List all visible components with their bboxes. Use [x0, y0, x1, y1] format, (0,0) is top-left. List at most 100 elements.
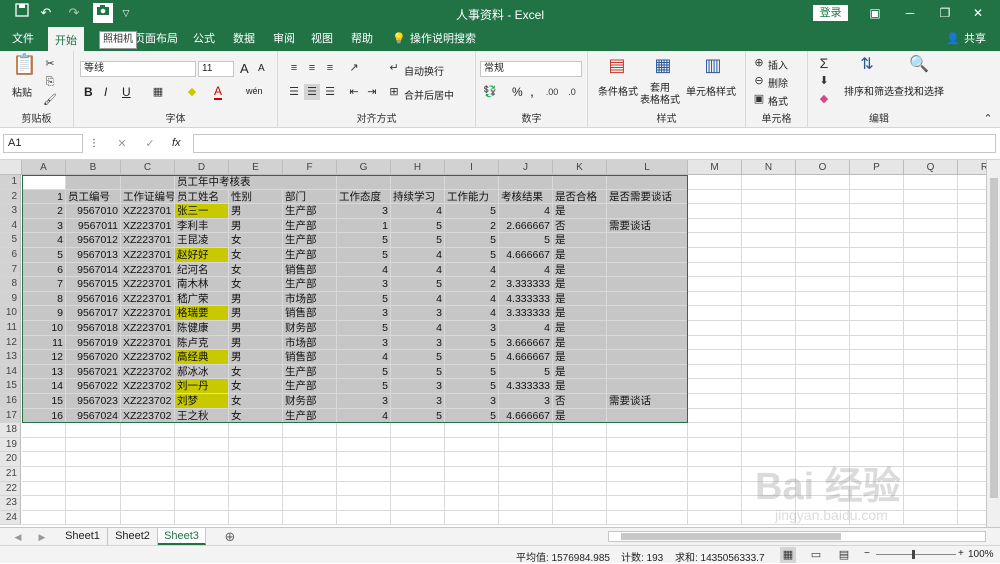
empty-cell[interactable] — [391, 467, 445, 482]
table-cell[interactable] — [607, 291, 688, 307]
empty-cell[interactable] — [445, 467, 499, 482]
tab-view[interactable]: 视图 — [306, 27, 338, 51]
empty-cell[interactable] — [796, 335, 850, 351]
empty-cell[interactable] — [175, 423, 229, 438]
sheet-tab-1[interactable]: Sheet1 — [58, 528, 108, 545]
table-cell[interactable]: 9567023 — [66, 394, 121, 409]
conditional-format-button[interactable]: 条件格式 — [598, 83, 638, 98]
table-cell[interactable]: 9 — [22, 306, 66, 321]
row-header[interactable]: 22 — [0, 481, 21, 497]
empty-cell[interactable] — [283, 437, 337, 453]
table-cell[interactable]: XZ223702 — [121, 394, 175, 409]
empty-cell[interactable] — [283, 481, 337, 497]
table-cell[interactable]: 是 — [553, 277, 607, 292]
column-header[interactable]: H — [391, 160, 445, 175]
table-cell[interactable]: XZ223702 — [121, 364, 175, 380]
table-cell[interactable]: 男 — [229, 321, 283, 336]
column-header[interactable]: B — [66, 160, 121, 175]
empty-cell[interactable] — [688, 423, 742, 438]
empty-cell[interactable] — [796, 189, 850, 205]
row-header[interactable]: 1 — [0, 175, 21, 190]
column-header[interactable]: E — [229, 160, 283, 175]
sheet-tab-2[interactable]: Sheet2 — [108, 528, 158, 545]
table-cell[interactable]: 是 — [553, 408, 607, 424]
empty-cell[interactable] — [553, 467, 607, 482]
table-cell[interactable]: 女 — [229, 233, 283, 248]
empty-cell[interactable] — [229, 437, 283, 453]
table-cell[interactable]: 9567012 — [66, 233, 121, 248]
table-cell[interactable] — [607, 233, 688, 248]
row-header[interactable]: 10 — [0, 306, 21, 321]
grow-font-button[interactable]: A — [240, 61, 249, 76]
empty-cell[interactable] — [391, 175, 445, 190]
table-cell[interactable]: 5 — [445, 408, 499, 424]
empty-cell[interactable] — [391, 452, 445, 467]
empty-cell[interactable] — [499, 175, 553, 190]
table-cell[interactable]: 12 — [22, 350, 66, 365]
empty-cell[interactable] — [499, 452, 553, 467]
empty-cell[interactable] — [283, 423, 337, 438]
empty-cell[interactable] — [742, 262, 796, 278]
format-cells-button[interactable]: 格式 — [768, 93, 788, 108]
row-header[interactable]: 14 — [0, 364, 21, 380]
empty-cell[interactable] — [121, 510, 175, 526]
row-header[interactable]: 15 — [0, 379, 21, 394]
table-cell[interactable]: 4.333333 — [499, 291, 553, 307]
table-cell[interactable]: 4 — [391, 204, 445, 219]
table-cell[interactable]: XZ223701 — [121, 218, 175, 234]
increase-indent-icon[interactable]: ⇥ — [364, 84, 380, 100]
empty-cell[interactable] — [742, 277, 796, 292]
empty-cell[interactable] — [121, 437, 175, 453]
align-left-icon[interactable]: ☰ — [286, 84, 302, 100]
header-cell[interactable]: 性别 — [229, 189, 283, 205]
empty-cell[interactable] — [688, 364, 742, 380]
empty-cell[interactable] — [796, 379, 850, 394]
empty-cell[interactable] — [904, 321, 958, 336]
sort-filter-icon[interactable]: ⇅ — [856, 57, 878, 79]
empty-cell[interactable] — [796, 423, 850, 438]
empty-cell[interactable] — [499, 481, 553, 497]
empty-cell[interactable] — [607, 423, 688, 438]
table-cell[interactable]: 5 — [499, 364, 553, 380]
table-cell[interactable]: 市场部 — [283, 291, 337, 307]
empty-cell[interactable] — [607, 452, 688, 467]
table-cell[interactable]: 9567014 — [66, 262, 121, 278]
empty-cell[interactable] — [22, 437, 66, 453]
table-cell[interactable] — [607, 248, 688, 263]
empty-cell[interactable] — [121, 423, 175, 438]
table-cell[interactable]: 3.333333 — [499, 277, 553, 292]
empty-cell[interactable] — [850, 277, 904, 292]
tab-home[interactable]: 开始 — [48, 27, 84, 51]
table-cell[interactable]: 3 — [391, 306, 445, 321]
empty-cell[interactable] — [445, 423, 499, 438]
name-box[interactable]: A1 — [3, 134, 83, 153]
empty-cell[interactable] — [742, 452, 796, 467]
table-cell[interactable] — [607, 408, 688, 424]
empty-cell[interactable] — [742, 364, 796, 380]
table-cell[interactable] — [607, 335, 688, 351]
column-header[interactable]: C — [121, 160, 175, 175]
table-cell[interactable]: 9567015 — [66, 277, 121, 292]
table-cell[interactable] — [607, 204, 688, 219]
empty-cell[interactable] — [904, 233, 958, 248]
autosum-icon[interactable]: Σ — [816, 55, 832, 71]
empty-cell[interactable] — [688, 408, 742, 424]
table-cell[interactable]: 女 — [229, 379, 283, 394]
table-cell[interactable]: 销售部 — [283, 350, 337, 365]
tab-formulas[interactable]: 公式 — [188, 27, 220, 51]
tab-page-layout[interactable]: 页面布局 — [134, 27, 178, 51]
table-cell[interactable]: 3 — [337, 335, 391, 351]
table-cell[interactable]: 女 — [229, 408, 283, 424]
empty-cell[interactable] — [796, 481, 850, 497]
empty-cell[interactable] — [742, 321, 796, 336]
empty-cell[interactable] — [688, 321, 742, 336]
table-cell[interactable]: XZ223702 — [121, 350, 175, 365]
prev-sheet-icon[interactable]: ◀ — [10, 529, 26, 545]
empty-cell[interactable] — [688, 248, 742, 263]
header-cell[interactable]: 是否需要谈话 — [607, 189, 688, 205]
empty-cell[interactable] — [850, 218, 904, 234]
empty-cell[interactable] — [445, 452, 499, 467]
empty-cell[interactable] — [904, 423, 958, 438]
empty-cell[interactable] — [607, 510, 688, 526]
table-cell[interactable]: 生产部 — [283, 408, 337, 424]
